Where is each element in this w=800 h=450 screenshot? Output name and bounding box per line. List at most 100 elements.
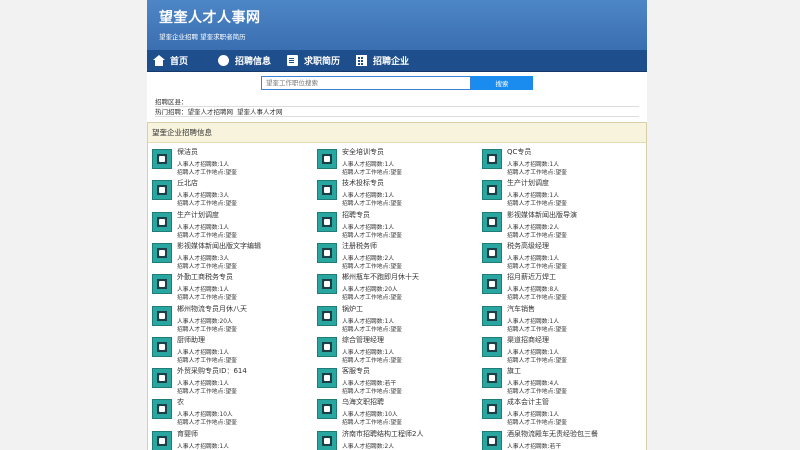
company-logo-icon[interactable] <box>482 149 502 169</box>
job-title[interactable]: 注册税务师 <box>342 241 377 251</box>
job-card[interactable]: 郴州瓶车不跑即月休十天 人事人才招聘数:20人 招聘人才工作地点:望奎 <box>317 272 477 303</box>
company-logo-icon[interactable] <box>317 368 337 389</box>
company-logo-icon[interactable] <box>317 149 337 169</box>
job-card[interactable]: 招聘专员 人事人才招聘数:1人 招聘人才工作地点:望奎 <box>317 210 477 241</box>
company-logo-icon[interactable] <box>482 399 502 420</box>
nav-item-jobs[interactable]: 招聘信息 <box>212 50 281 71</box>
job-card[interactable]: 渠道招商经理 人事人才招聘数:1人 招聘人才工作地点:望奎 <box>482 335 642 366</box>
hot-link[interactable]: 望奎人事人才网 <box>237 108 283 116</box>
company-logo-icon[interactable] <box>152 242 172 263</box>
job-card[interactable]: 影视媒体新闻出版导演 人事人才招聘数:2人 招聘人才工作地点:望奎 <box>482 210 642 241</box>
job-title[interactable]: 锅炉工 <box>342 304 363 314</box>
company-logo-icon[interactable] <box>482 242 502 263</box>
company-logo-icon[interactable] <box>482 430 502 450</box>
job-card[interactable]: 锅炉工 人事人才招聘数:1人 招聘人才工作地点:望奎 <box>317 304 477 335</box>
job-title[interactable]: 外勤工商税务专员 <box>177 272 233 282</box>
job-card[interactable]: 客服专员 人事人才招聘数:若干 招聘人才工作地点:望奎 <box>317 366 477 397</box>
job-card[interactable]: 育婴师 人事人才招聘数:1人 <box>152 429 312 450</box>
nav-item-companies[interactable]: 招聘企业 <box>350 50 419 71</box>
job-card[interactable]: 旗工 人事人才招聘数:4人 招聘人才工作地点:望奎 <box>482 366 642 397</box>
nav-item-home[interactable]: 首页 <box>147 50 198 71</box>
job-card[interactable]: 外勤工商税务专员 人事人才招聘数:1人 招聘人才工作地点:望奎 <box>152 272 312 303</box>
job-card[interactable]: 安全培训专员 人事人才招聘数:1人 招聘人才工作地点:望奎 <box>317 147 477 178</box>
job-card[interactable]: 注册税务师 人事人才招聘数:2人 招聘人才工作地点:望奎 <box>317 241 477 272</box>
company-logo-icon[interactable] <box>152 149 172 169</box>
job-card[interactable]: 生产计划调度 人事人才招聘数:1人 招聘人才工作地点:望奎 <box>152 210 312 241</box>
company-logo-icon[interactable] <box>317 211 337 232</box>
job-title[interactable]: 农 <box>177 397 184 407</box>
site-title[interactable]: 望奎人才人事网 <box>159 7 261 27</box>
job-title[interactable]: 丘北店 <box>177 178 198 188</box>
job-card[interactable]: 技术投标专员 人事人才招聘数:1人 招聘人才工作地点:望奎 <box>317 178 477 209</box>
company-logo-icon[interactable] <box>482 305 502 326</box>
company-logo-icon[interactable] <box>152 399 172 420</box>
company-logo-icon[interactable] <box>317 305 337 326</box>
company-logo-icon[interactable] <box>152 180 172 201</box>
job-title[interactable]: 济南市招聘结构工程师2人 <box>342 429 423 439</box>
company-logo-icon[interactable] <box>482 336 502 357</box>
job-title[interactable]: 汽车销售 <box>507 304 535 314</box>
job-title[interactable]: 招月薪近万焊工 <box>507 272 556 282</box>
company-logo-icon[interactable] <box>152 336 172 357</box>
job-title[interactable]: 成本会计主管 <box>507 397 549 407</box>
job-title[interactable]: 乌海文职招聘 <box>342 397 384 407</box>
job-title[interactable]: 安全培训专员 <box>342 147 384 157</box>
job-card[interactable]: 成本会计主管 人事人才招聘数:1人 招聘人才工作地点:望奎 <box>482 397 642 428</box>
job-card[interactable]: 郴州物流专员月休八天 人事人才招聘数:20人 招聘人才工作地点:望奎 <box>152 304 312 335</box>
job-card[interactable]: 乌海文职招聘 人事人才招聘数:10人 招聘人才工作地点:望奎 <box>317 397 477 428</box>
search-input[interactable] <box>261 76 471 90</box>
job-title[interactable]: 招聘专员 <box>342 210 370 220</box>
job-card[interactable]: 济南市招聘结构工程师2人 人事人才招聘数:2人 <box>317 429 477 450</box>
job-card[interactable]: 酒泉物流殿车无责经验包三餐 人事人才招聘数:若干 <box>482 429 642 450</box>
company-logo-icon[interactable] <box>317 274 337 295</box>
job-title[interactable]: 生产计划调度 <box>177 210 219 220</box>
job-card[interactable]: 招月薪近万焊工 人事人才招聘数:8人 招聘人才工作地点:望奎 <box>482 272 642 303</box>
company-logo-icon[interactable] <box>152 274 172 295</box>
job-title[interactable]: 旗工 <box>507 366 521 376</box>
job-card[interactable]: 外贸采购专员ID：614 人事人才招聘数:1人 招聘人才工作地点:望奎 <box>152 366 312 397</box>
company-logo-icon[interactable] <box>317 180 337 201</box>
job-card[interactable]: 综合管理经理 人事人才招聘数:1人 招聘人才工作地点:望奎 <box>317 335 477 366</box>
job-title[interactable]: 郴州瓶车不跑即月休十天 <box>342 272 419 282</box>
job-title[interactable]: 酒泉物流殿车无责经验包三餐 <box>507 429 598 439</box>
job-location: 招聘人才工作地点:望奎 <box>507 389 567 396</box>
job-card[interactable]: 影视媒体新闻出版文字编辑 人事人才招聘数:3人 招聘人才工作地点:望奎 <box>152 241 312 272</box>
company-logo-icon[interactable] <box>482 180 502 201</box>
job-title[interactable]: 保洁员 <box>177 147 198 157</box>
job-card[interactable]: 汽车销售 人事人才招聘数:1人 招聘人才工作地点:望奎 <box>482 304 642 335</box>
job-title[interactable]: 渠道招商经理 <box>507 335 549 345</box>
job-title[interactable]: 影视媒体新闻出版文字编辑 <box>177 241 261 251</box>
job-title[interactable]: 育婴师 <box>177 429 198 439</box>
company-logo-icon[interactable] <box>152 368 172 389</box>
job-title[interactable]: 影视媒体新闻出版导演 <box>507 210 577 220</box>
company-logo-icon[interactable] <box>482 274 502 295</box>
job-card[interactable]: 保洁员 人事人才招聘数:1人 招聘人才工作地点:望奎 <box>152 147 312 178</box>
company-logo-icon[interactable] <box>317 242 337 263</box>
search-button[interactable]: 搜索 <box>471 76 533 90</box>
job-title[interactable]: 客服专员 <box>342 366 370 376</box>
job-card[interactable]: QC专员 人事人才招聘数:1人 招聘人才工作地点:望奎 <box>482 147 642 178</box>
company-logo-icon[interactable] <box>152 305 172 326</box>
company-logo-icon[interactable] <box>152 211 172 232</box>
job-card[interactable]: 丘北店 人事人才招聘数:3人 招聘人才工作地点:望奎 <box>152 178 312 209</box>
job-title[interactable]: 税务高级经理 <box>507 241 549 251</box>
hot-link[interactable]: 望奎人才招聘网 <box>188 108 234 116</box>
company-logo-icon[interactable] <box>317 399 337 420</box>
job-title[interactable]: 外贸采购专员ID：614 <box>177 366 247 376</box>
job-card[interactable]: 厨师助理 人事人才招聘数:1人 招聘人才工作地点:望奎 <box>152 335 312 366</box>
job-title[interactable]: 郴州物流专员月休八天 <box>177 304 247 314</box>
job-title[interactable]: 厨师助理 <box>177 335 205 345</box>
job-card[interactable]: 税务高级经理 人事人才招聘数:1人 招聘人才工作地点:望奎 <box>482 241 642 272</box>
company-logo-icon[interactable] <box>152 430 172 450</box>
company-logo-icon[interactable] <box>482 368 502 389</box>
job-card[interactable]: 农人事人才招聘数:10人 招聘人才工作地点:望奎 <box>152 397 312 428</box>
job-title[interactable]: 技术投标专员 <box>342 178 384 188</box>
company-logo-icon[interactable] <box>317 430 337 450</box>
company-logo-icon[interactable] <box>317 336 337 357</box>
job-title[interactable]: 生产计划调度 <box>507 178 549 188</box>
job-title[interactable]: 综合管理经理 <box>342 335 384 345</box>
company-logo-icon[interactable] <box>482 211 502 232</box>
job-title[interactable]: QC专员 <box>507 147 531 157</box>
job-card[interactable]: 生产计划调度 人事人才招聘数:1人 招聘人才工作地点:望奎 <box>482 178 642 209</box>
nav-item-resumes[interactable]: 求职简历 <box>281 50 350 71</box>
